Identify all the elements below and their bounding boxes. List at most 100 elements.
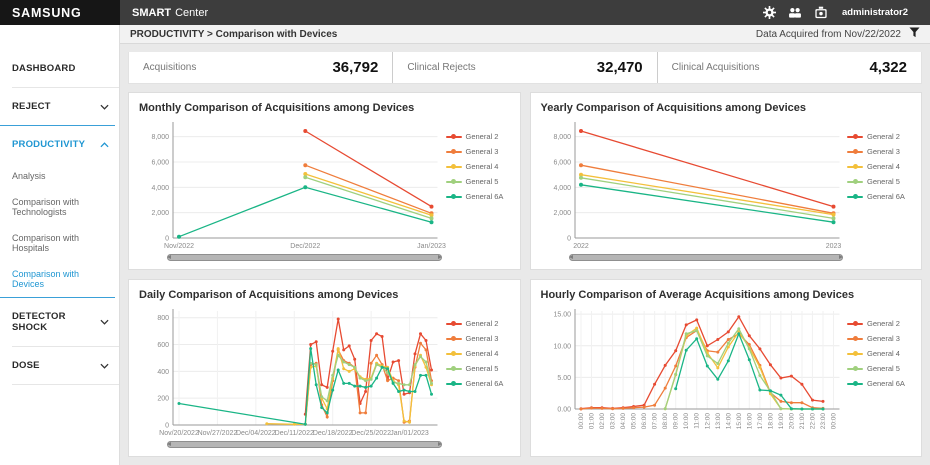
svg-text:2,000: 2,000 <box>151 210 169 217</box>
charts-grid: Monthly Comparison of Acquisitions among… <box>128 92 922 457</box>
svg-text:Jan/01/2023: Jan/01/2023 <box>390 430 429 437</box>
svg-text:20:00: 20:00 <box>788 413 795 430</box>
svg-text:5.00: 5.00 <box>557 375 571 382</box>
svg-text:Dec/25/2022: Dec/25/2022 <box>351 430 391 437</box>
legend-label: General 3 <box>466 334 499 343</box>
logged-in-user[interactable]: administrator2 <box>842 7 908 18</box>
legend-label: General 5 <box>466 364 499 373</box>
sidebar-item-analysis[interactable]: Analysis <box>0 163 119 189</box>
legend-item[interactable]: General 3 <box>446 334 510 343</box>
chart-title: Yearly Comparison of Acquisitions among … <box>541 102 912 114</box>
legend-item[interactable]: General 2 <box>446 319 510 328</box>
legend-label: General 4 <box>466 162 499 171</box>
legend-swatch <box>446 136 462 138</box>
legend-swatch <box>847 181 863 183</box>
yearly-line-chart[interactable]: 02,0004,0006,0008,00020222023 <box>541 116 848 252</box>
svg-text:05:00: 05:00 <box>630 413 637 430</box>
legend-swatch <box>847 338 863 340</box>
device-icon <box>814 6 828 19</box>
legend-item[interactable]: General 5 <box>446 177 510 186</box>
legend-label: General 2 <box>466 132 499 141</box>
chart-card-daily: Daily Comparison of Acquisitions among D… <box>128 279 521 457</box>
device-button[interactable] <box>808 0 834 25</box>
svg-text:6,000: 6,000 <box>151 160 169 167</box>
monthly-line-chart[interactable]: 02,0004,0006,0008,000Nov/2022Dec/2022Jan… <box>139 116 446 252</box>
legend-label: General 2 <box>867 319 900 328</box>
svg-text:2022: 2022 <box>573 243 589 250</box>
sidebar-item-productivity[interactable]: PRODUCTIVITY <box>0 126 119 163</box>
chevron-down-icon <box>100 363 109 369</box>
sidebar-top-spacer <box>0 25 120 44</box>
sidebar-item-label: DASHBOARD <box>12 63 109 74</box>
legend-swatch <box>847 323 863 325</box>
legend-item[interactable]: General 5 <box>847 364 911 373</box>
legend-item[interactable]: General 2 <box>446 132 510 141</box>
legend-item[interactable]: General 5 <box>446 364 510 373</box>
sidebar-item-detector-shock[interactable]: DETECTOR SHOCK <box>0 298 119 346</box>
sidebar-item-comparison-technologists[interactable]: Comparison with Technologists <box>0 189 119 225</box>
svg-text:Nov/20/2022: Nov/20/2022 <box>159 430 199 437</box>
svg-text:200: 200 <box>157 396 169 403</box>
sidebar-item-dose[interactable]: DOSE <box>0 347 119 384</box>
legend-item[interactable]: General 5 <box>847 177 911 186</box>
chart-title: Daily Comparison of Acquisitions among D… <box>139 289 510 301</box>
svg-text:Dec/04/2022: Dec/04/2022 <box>236 430 276 437</box>
svg-text:11:00: 11:00 <box>693 413 700 429</box>
legend-swatch <box>847 368 863 370</box>
legend-item[interactable]: General 6A <box>446 379 510 388</box>
sidebar-item-comparison-hospitals[interactable]: Comparison with Hospitals <box>0 225 119 261</box>
sidebar-nav: DASHBOARD REJECT PRODUCTIVITY Analysis <box>0 44 120 465</box>
legend-item[interactable]: General 3 <box>847 147 911 156</box>
legend-item[interactable]: General 2 <box>847 132 911 141</box>
sidebar-item-dashboard[interactable]: DASHBOARD <box>0 50 119 87</box>
chart-scrollbar[interactable] <box>167 441 442 448</box>
svg-text:Dec/18/2022: Dec/18/2022 <box>313 430 353 437</box>
chart-scrollbar[interactable] <box>167 254 442 261</box>
sidebar-item-comparison-devices[interactable]: Comparison with Devices <box>0 261 119 297</box>
stat-label: Acquisitions <box>143 62 196 73</box>
svg-text:8,000: 8,000 <box>151 134 169 141</box>
legend-item[interactable]: General 4 <box>446 162 510 171</box>
app-root: SAMSUNG SMART Center <box>0 0 930 465</box>
legend-item[interactable]: General 6A <box>847 379 911 388</box>
sidebar-subitem-label: Comparison with Technologists <box>12 197 79 217</box>
samsung-logo: SAMSUNG <box>0 0 120 25</box>
users-button[interactable] <box>782 0 808 25</box>
legend-swatch <box>847 353 863 355</box>
svg-text:02:00: 02:00 <box>599 413 606 430</box>
legend-item[interactable]: General 3 <box>446 147 510 156</box>
legend-label: General 3 <box>867 147 900 156</box>
breadcrumb-bar: PRODUCTIVITY > Comparison with Devices D… <box>0 25 930 44</box>
chevron-down-icon <box>100 104 109 110</box>
breadcrumb: PRODUCTIVITY > Comparison with Devices <box>130 29 337 40</box>
svg-text:14:00: 14:00 <box>725 413 732 430</box>
legend-swatch <box>446 166 462 168</box>
svg-text:800: 800 <box>157 315 169 322</box>
svg-text:16:00: 16:00 <box>746 413 753 430</box>
chart-card-yearly: Yearly Comparison of Acquisitions among … <box>530 92 923 270</box>
legend-swatch <box>446 368 462 370</box>
settings-button[interactable] <box>756 0 782 25</box>
svg-text:09:00: 09:00 <box>672 413 679 430</box>
filter-button[interactable] <box>909 25 920 43</box>
svg-text:03:00: 03:00 <box>609 413 616 430</box>
svg-text:Dec/11/2022: Dec/11/2022 <box>275 430 314 437</box>
legend-item[interactable]: General 6A <box>446 192 510 201</box>
chart-scrollbar[interactable] <box>569 254 844 261</box>
hourly-line-chart[interactable]: 0.005.0010.0015.0000:0001:0002:0003:0004… <box>541 303 848 439</box>
top-header: SAMSUNG SMART Center <box>0 0 930 25</box>
legend-item[interactable]: General 6A <box>847 192 911 201</box>
legend-item[interactable]: General 2 <box>847 319 911 328</box>
daily-line-chart[interactable]: 0200400600800Nov/20/2022Nov/27/2022Dec/0… <box>139 303 446 439</box>
stat-acquisitions: Acquisitions 36,792 <box>129 52 392 83</box>
legend-item[interactable]: General 4 <box>847 162 911 171</box>
svg-text:22:00: 22:00 <box>809 413 816 430</box>
svg-text:21:00: 21:00 <box>798 413 805 430</box>
legend-item[interactable]: General 4 <box>847 349 911 358</box>
chart-title: Monthly Comparison of Acquisitions among… <box>139 102 510 114</box>
legend-item[interactable]: General 4 <box>446 349 510 358</box>
sidebar-item-reject[interactable]: REJECT <box>0 88 119 125</box>
svg-text:4,000: 4,000 <box>151 185 169 192</box>
legend-item[interactable]: General 3 <box>847 334 911 343</box>
legend-label: General 4 <box>466 349 499 358</box>
